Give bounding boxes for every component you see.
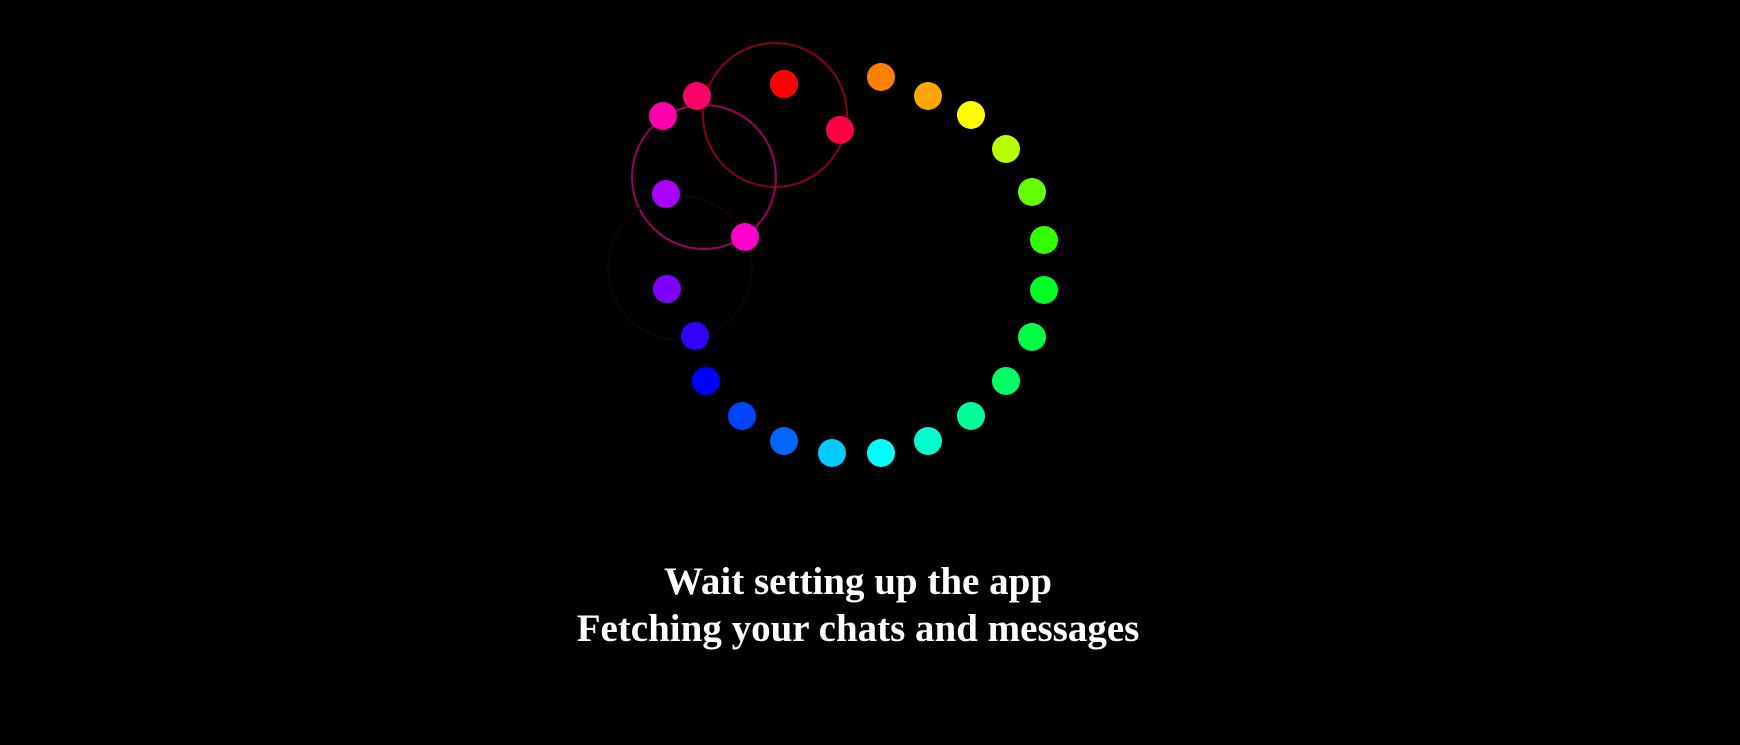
spinner-dot — [692, 367, 720, 395]
spinner-dot — [681, 322, 709, 350]
spinner-dot — [914, 427, 942, 455]
spinner-dot — [683, 82, 711, 110]
spinner-dot — [867, 63, 895, 91]
spinner-dots — [649, 63, 1058, 467]
status-line-setup: Wait setting up the app — [664, 560, 1052, 603]
spinner-dot — [770, 427, 798, 455]
status-line-fetching: Fetching your chats and messages — [576, 607, 1140, 650]
spinner-dot — [653, 275, 681, 303]
spinner-dot — [818, 439, 846, 467]
status-message: Wait setting up the app Fetching your ch… — [0, 558, 1716, 652]
spinner-dot — [1030, 276, 1058, 304]
spinner-dot — [957, 101, 985, 129]
spinner-dot — [957, 402, 985, 430]
spinner-dot — [1018, 323, 1046, 351]
loading-spinner — [607, 42, 1058, 467]
spinner-dot — [992, 367, 1020, 395]
spinner-dot — [770, 70, 798, 98]
spinner-rings — [607, 42, 848, 341]
spinner-dot — [731, 223, 759, 251]
spinner-dot — [867, 439, 895, 467]
spinner-dot — [1018, 178, 1046, 206]
spinner-dot — [826, 116, 854, 144]
spinner-ring — [607, 195, 753, 341]
spinner-dot — [728, 402, 756, 430]
spinner-dot — [652, 180, 680, 208]
spinner-dot — [1030, 226, 1058, 254]
spinner-dot — [914, 82, 942, 110]
spinner-dot — [992, 135, 1020, 163]
spinner-dot — [649, 102, 677, 130]
